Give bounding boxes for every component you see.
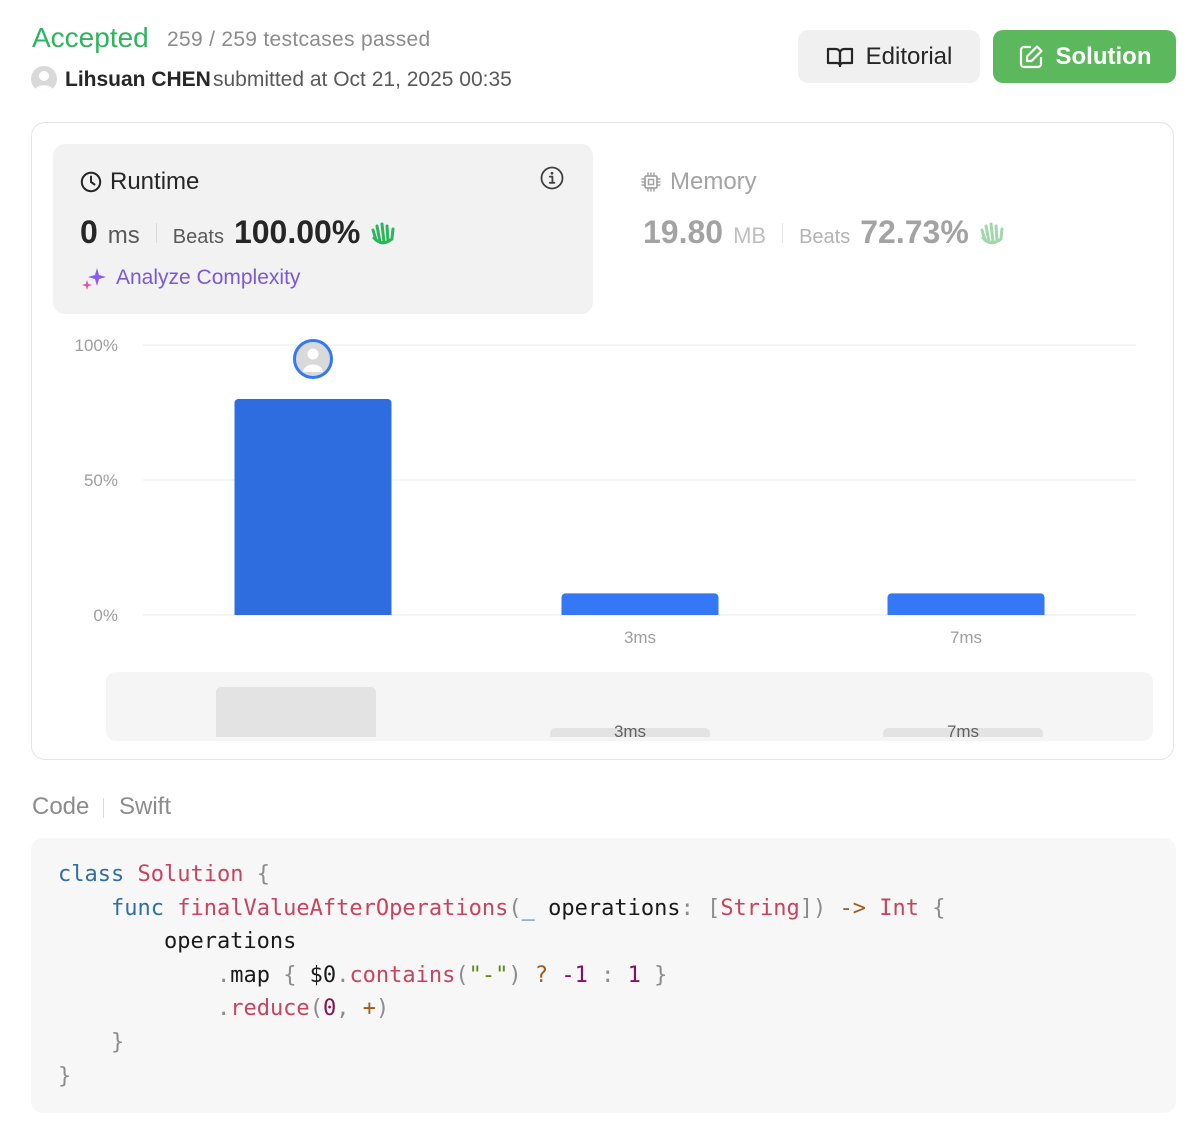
navigator-tick-label: 3ms: [614, 722, 646, 741]
code-divider: [103, 798, 104, 818]
chart-bar[interactable]: [234, 399, 392, 615]
navigator-bar: [216, 687, 376, 737]
code-language: Swift: [119, 793, 172, 820]
user-icon: [307, 348, 319, 360]
code-tab-label: Code: [32, 793, 90, 820]
chart-bar[interactable]: [561, 593, 719, 615]
x-tick-label: 3ms: [624, 628, 656, 647]
y-tick-label: 100%: [75, 336, 118, 355]
x-tick-label: 7ms: [950, 628, 982, 647]
navigator-tick-label: 7ms: [947, 722, 979, 741]
code-content[interactable]: class Solution { func finalValueAfterOpe…: [58, 858, 946, 1093]
y-tick-label: 0%: [93, 606, 118, 625]
y-tick-label: 50%: [84, 471, 118, 490]
chart-bar[interactable]: [887, 593, 1045, 615]
